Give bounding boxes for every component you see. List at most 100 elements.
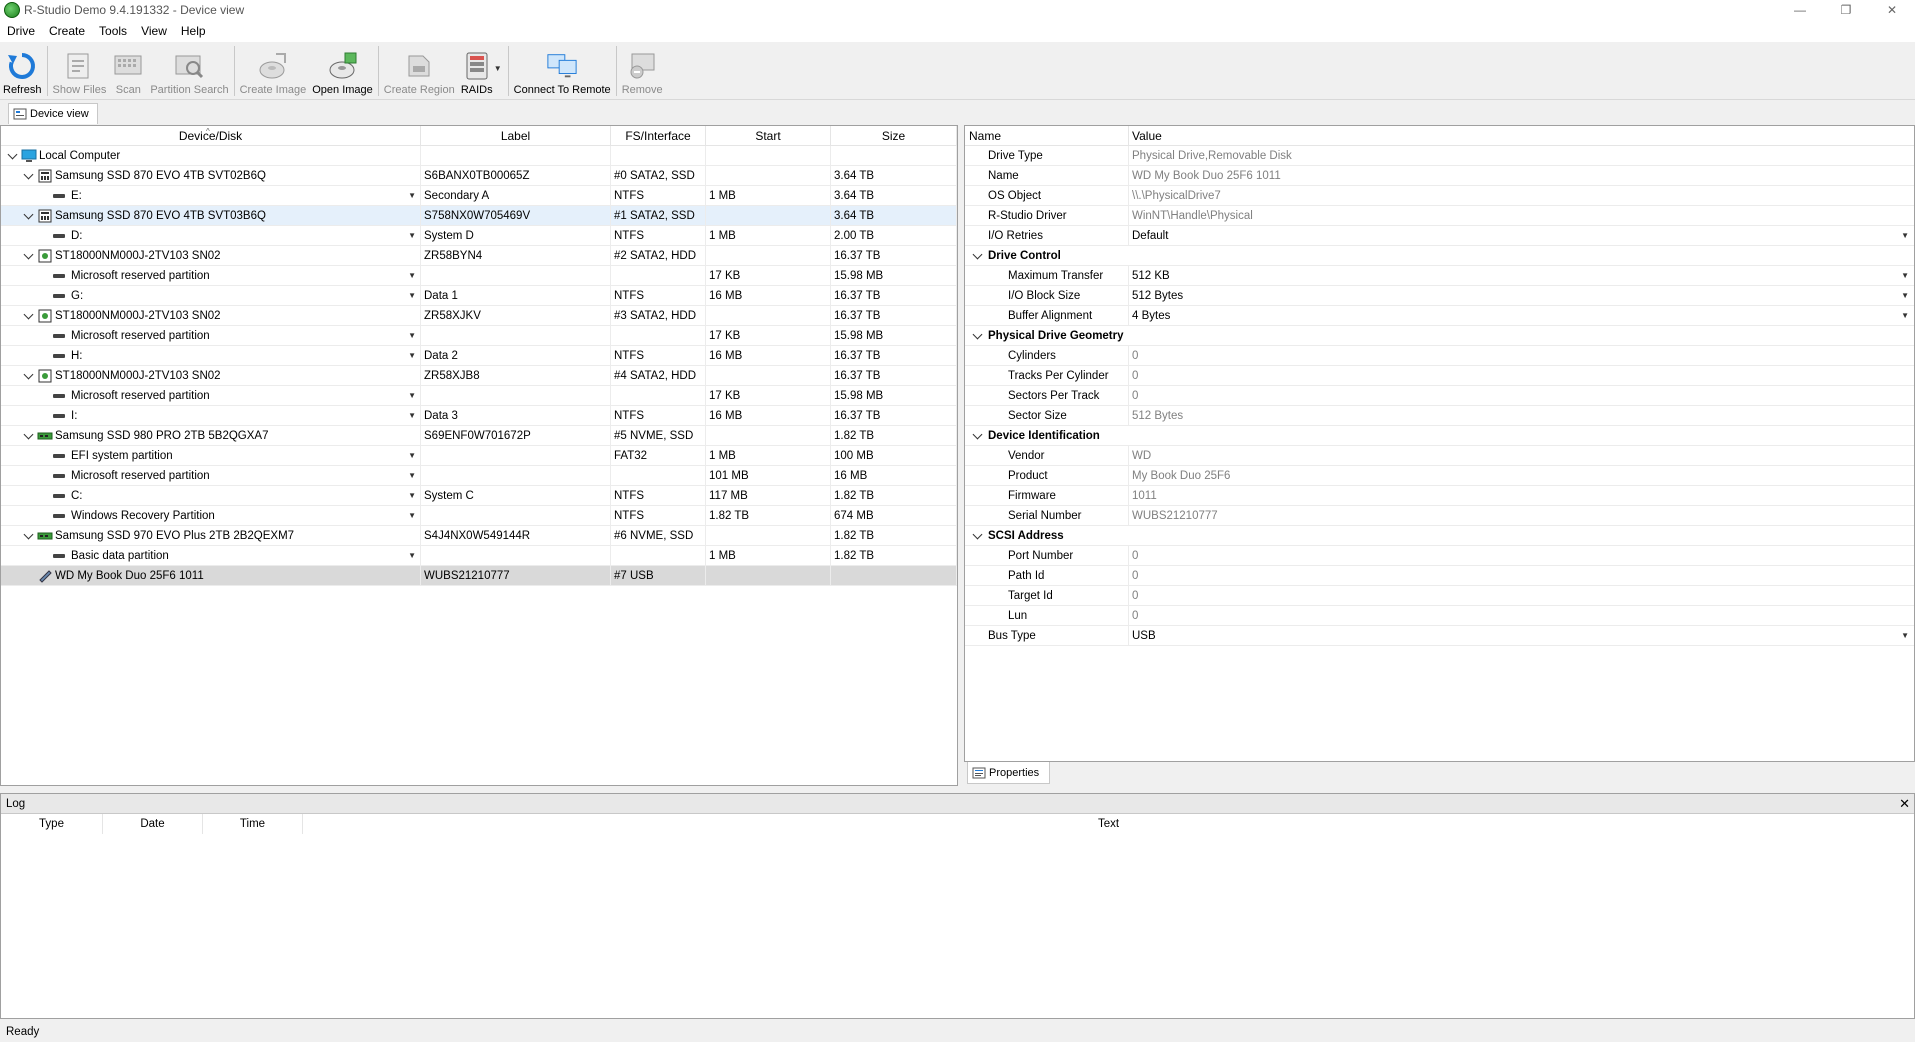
- col-header-device[interactable]: ^ Device/Disk: [1, 126, 421, 146]
- menu-help[interactable]: Help: [174, 20, 213, 42]
- property-row[interactable]: OS Object \\.\PhysicalDrive7: [965, 186, 1914, 206]
- partition-dropdown-icon[interactable]: ▼: [408, 466, 416, 485]
- maximize-button[interactable]: ❐: [1823, 0, 1869, 20]
- dropdown-arrow-icon[interactable]: ▼: [1901, 306, 1909, 326]
- partition-row[interactable]: G: ▼ Data 1 NTFS 16 MB 16.37 TB: [1, 286, 957, 306]
- expand-chevron-icon[interactable]: [5, 146, 19, 165]
- expand-chevron-icon[interactable]: [21, 206, 35, 225]
- raids-dropdown-arrow-icon[interactable]: ▼: [494, 64, 502, 73]
- device-cell[interactable]: ST18000NM000J-2TV103 SN02: [1, 366, 421, 386]
- device-cell[interactable]: Windows Recovery Partition ▼: [1, 506, 421, 526]
- property-row[interactable]: Cylinders 0: [965, 346, 1914, 366]
- dropdown-arrow-icon[interactable]: ▼: [1901, 286, 1909, 306]
- property-value-select[interactable]: 4 Bytes ▼: [1129, 306, 1914, 326]
- partition-row[interactable]: Microsoft reserved partition ▼ 101 MB 16 MB: [1, 466, 957, 486]
- disk-row[interactable]: WD My Book Duo 25F6 1011 WUBS21210777 #7 U…: [1, 566, 957, 586]
- menu-create[interactable]: Create: [42, 20, 92, 42]
- device-cell[interactable]: Samsung SSD 980 PRO 2TB 5B2QGXA7: [1, 426, 421, 446]
- create-image-button[interactable]: Create Image: [237, 42, 310, 98]
- scan-button[interactable]: Scan: [109, 42, 147, 98]
- partition-row[interactable]: Microsoft reserved partition ▼ 17 KB 15.98 …: [1, 266, 957, 286]
- device-cell[interactable]: ST18000NM000J-2TV103 SN02: [1, 306, 421, 326]
- device-cell[interactable]: Samsung SSD 870 EVO 4TB SVT02B6Q: [1, 166, 421, 186]
- property-group[interactable]: SCSI Address: [965, 526, 1914, 546]
- expand-chevron-icon[interactable]: [21, 366, 35, 385]
- device-cell[interactable]: Local Computer: [1, 146, 421, 166]
- dropdown-arrow-icon[interactable]: ▼: [1901, 226, 1909, 246]
- property-value-select[interactable]: 512 Bytes ▼: [1129, 286, 1914, 306]
- property-row[interactable]: Drive Type Physical Drive,Removable Disk: [965, 146, 1914, 166]
- computer-row[interactable]: Local Computer: [1, 146, 957, 166]
- partition-dropdown-icon[interactable]: ▼: [408, 386, 416, 405]
- partition-row[interactable]: C: ▼ System C NTFS 117 MB 1.82 TB: [1, 486, 957, 506]
- disk-row[interactable]: Samsung SSD 980 PRO 2TB 5B2QGXA7 S69ENF0W…: [1, 426, 957, 446]
- refresh-button[interactable]: Refresh: [0, 42, 45, 98]
- partition-dropdown-icon[interactable]: ▼: [408, 546, 416, 565]
- col-header-value[interactable]: Value: [1129, 126, 1914, 146]
- disk-row[interactable]: ST18000NM000J-2TV103 SN02 ZR58BYN4 #2 SATA…: [1, 246, 957, 266]
- disk-row[interactable]: ST18000NM000J-2TV103 SN02 ZR58XJB8 #4 SATA…: [1, 366, 957, 386]
- minimize-button[interactable]: —: [1777, 0, 1823, 20]
- partition-dropdown-icon[interactable]: ▼: [408, 186, 416, 205]
- collapse-chevron-icon[interactable]: [971, 526, 983, 546]
- property-row[interactable]: Port Number 0: [965, 546, 1914, 566]
- device-cell[interactable]: Microsoft reserved partition ▼: [1, 326, 421, 346]
- partition-dropdown-icon[interactable]: ▼: [408, 346, 416, 365]
- partition-row[interactable]: Microsoft reserved partition ▼ 17 KB 15.98 …: [1, 326, 957, 346]
- collapse-chevron-icon[interactable]: [971, 246, 983, 266]
- log-col-type[interactable]: Type: [1, 814, 103, 834]
- property-row[interactable]: Path Id 0: [965, 566, 1914, 586]
- expand-chevron-icon[interactable]: [21, 166, 35, 185]
- disk-row[interactable]: Samsung SSD 870 EVO 4TB SVT02B6Q S6BANX0T…: [1, 166, 957, 186]
- partition-search-button[interactable]: Partition Search: [147, 42, 231, 98]
- property-row[interactable]: Name WD My Book Duo 25F6 1011: [965, 166, 1914, 186]
- dropdown-arrow-icon[interactable]: ▼: [1901, 266, 1909, 286]
- property-group[interactable]: Device Identification: [965, 426, 1914, 446]
- property-row[interactable]: Maximum Transfer 512 KB ▼: [965, 266, 1914, 286]
- log-close-icon[interactable]: ✕: [1899, 794, 1910, 814]
- create-region-button[interactable]: Create Region: [381, 42, 458, 98]
- property-row[interactable]: Lun 0: [965, 606, 1914, 626]
- device-cell[interactable]: E: ▼: [1, 186, 421, 206]
- partition-dropdown-icon[interactable]: ▼: [408, 506, 416, 525]
- property-row[interactable]: Bus Type USB ▼: [965, 626, 1914, 646]
- property-row[interactable]: I/O Retries Default ▼: [965, 226, 1914, 246]
- property-row[interactable]: Serial Number WUBS21210777: [965, 506, 1914, 526]
- col-header-fs[interactable]: FS/Interface: [611, 126, 706, 146]
- partition-row[interactable]: Windows Recovery Partition ▼ NTFS 1.82 TB 67…: [1, 506, 957, 526]
- property-group[interactable]: Physical Drive Geometry: [965, 326, 1914, 346]
- partition-dropdown-icon[interactable]: ▼: [408, 226, 416, 245]
- device-cell[interactable]: WD My Book Duo 25F6 1011: [1, 566, 421, 586]
- property-row[interactable]: I/O Block Size 512 Bytes ▼: [965, 286, 1914, 306]
- remove-button[interactable]: Remove: [619, 42, 666, 98]
- menu-view[interactable]: View: [134, 20, 174, 42]
- partition-row[interactable]: EFI system partition ▼ FAT32 1 MB 100 MB: [1, 446, 957, 466]
- open-image-button[interactable]: Open Image: [309, 42, 376, 98]
- log-col-time[interactable]: Time: [203, 814, 303, 834]
- property-row[interactable]: Tracks Per Cylinder 0: [965, 366, 1914, 386]
- device-cell[interactable]: G: ▼: [1, 286, 421, 306]
- device-cell[interactable]: D: ▼: [1, 226, 421, 246]
- disk-row[interactable]: ST18000NM000J-2TV103 SN02 ZR58XJKV #3 SATA…: [1, 306, 957, 326]
- property-row[interactable]: Target Id 0: [965, 586, 1914, 606]
- collapse-chevron-icon[interactable]: [971, 426, 983, 446]
- partition-dropdown-icon[interactable]: ▼: [408, 266, 416, 285]
- property-row[interactable]: Firmware 1011: [965, 486, 1914, 506]
- log-col-date[interactable]: Date: [103, 814, 203, 834]
- property-row[interactable]: Vendor WD: [965, 446, 1914, 466]
- partition-row[interactable]: Microsoft reserved partition ▼ 17 KB 15.98 …: [1, 386, 957, 406]
- col-header-start[interactable]: Start: [706, 126, 831, 146]
- partition-dropdown-icon[interactable]: ▼: [408, 406, 416, 425]
- expand-chevron-icon[interactable]: [21, 246, 35, 265]
- log-col-text[interactable]: Text: [303, 814, 1914, 834]
- disk-row[interactable]: Samsung SSD 870 EVO 4TB SVT03B6Q S758NX0W…: [1, 206, 957, 226]
- device-cell[interactable]: C: ▼: [1, 486, 421, 506]
- close-button[interactable]: ✕: [1869, 0, 1915, 20]
- device-cell[interactable]: H: ▼: [1, 346, 421, 366]
- property-value-select[interactable]: USB ▼: [1129, 626, 1914, 646]
- property-row[interactable]: Buffer Alignment 4 Bytes ▼: [965, 306, 1914, 326]
- property-row[interactable]: R-Studio Driver WinNT\Handle\Physical: [965, 206, 1914, 226]
- col-header-label[interactable]: Label: [421, 126, 611, 146]
- device-cell[interactable]: EFI system partition ▼: [1, 446, 421, 466]
- device-cell[interactable]: ST18000NM000J-2TV103 SN02: [1, 246, 421, 266]
